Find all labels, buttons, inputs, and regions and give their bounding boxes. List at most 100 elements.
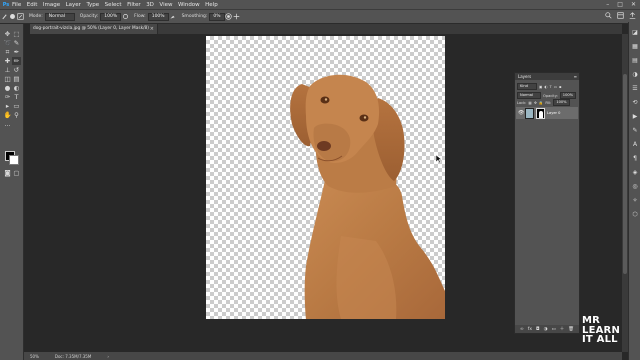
menu-image[interactable]: Image [43,2,60,8]
history-panel-icon[interactable]: ⟲ [631,98,639,106]
menu-layer[interactable]: Layer [66,2,81,8]
filter-kind-select[interactable]: Kind [517,83,537,90]
brush-tool-icon[interactable]: ✏ [12,57,21,65]
document-canvas[interactable] [206,36,445,319]
color-panel-icon[interactable]: ◪ [631,28,639,36]
menu-file[interactable]: File [12,2,21,8]
layer-row[interactable]: 👁 Layer 0 [516,107,578,119]
filter-pixel-icon[interactable]: ▣ [539,85,542,89]
layer-thumbnail[interactable] [525,107,534,119]
paragraph-panel-icon[interactable]: ¶ [631,154,639,162]
type-tool-icon[interactable]: T [12,93,21,101]
visibility-eye-icon[interactable]: 👁 [518,110,524,116]
move-tool-icon[interactable]: ✥ [3,30,12,38]
menu-window[interactable]: Window [178,2,200,8]
menu-filter[interactable]: Filter [127,2,141,8]
minimize-button[interactable]: – [606,1,609,8]
healing-brush-tool-icon[interactable]: ✚ [3,57,12,65]
libraries-panel-icon[interactable]: ▤ [631,56,639,64]
opacity-field[interactable]: 100% [100,12,122,21]
crop-tool-icon[interactable]: ⌗ [3,48,12,56]
paths-panel-icon[interactable]: ✧ [631,196,639,204]
options-bar: Mode: Normal Opacity: 100% Flow: 100% Sm… [0,9,640,24]
blur-tool-icon[interactable]: ● [3,84,12,92]
layers-panel-icon[interactable]: ◈ [631,168,639,176]
more-tools-icon[interactable]: … [3,120,12,128]
shape-tool-icon[interactable]: ▭ [12,102,21,110]
smoothing-field[interactable]: 0% [209,12,225,21]
status-arrow-icon[interactable]: › [107,354,109,359]
hand-tool-icon[interactable]: ✋ [3,111,12,119]
close-window-button[interactable]: ✕ [631,1,636,8]
pen-tool-icon[interactable]: ✑ [3,93,12,101]
panel-menu-icon[interactable]: ≡ [574,73,577,80]
filter-shape-icon[interactable]: ▭ [554,85,557,89]
dodge-tool-icon[interactable]: ◐ [12,84,21,92]
pressure-size-icon[interactable] [233,13,241,21]
fill-field[interactable]: 100% [553,99,570,106]
airbrush-icon[interactable] [169,13,177,21]
layer-mask-thumbnail[interactable] [536,107,545,119]
adjustment-layer-icon[interactable]: ◑ [544,327,548,332]
3d-panel-icon[interactable]: ⬡ [631,210,639,218]
link-layers-icon[interactable]: ∞ [520,327,524,332]
menu-edit[interactable]: Edit [27,2,38,8]
path-select-tool-icon[interactable]: ▸ [3,102,12,110]
swatches-panel-icon[interactable]: ▦ [631,42,639,50]
lock-pixels-icon[interactable]: ▦ [528,101,531,105]
quick-mask-icon[interactable]: ◙ [3,169,12,177]
filter-adjust-icon[interactable]: ◐ [544,85,547,89]
lock-all-icon[interactable]: 🔒 [539,101,543,105]
screen-mode-icon[interactable]: ▢ [12,169,21,177]
character-panel-icon[interactable]: A [631,140,639,148]
scrollbar-thumb[interactable] [623,74,627,274]
menu-help[interactable]: Help [205,2,218,8]
gradient-tool-icon[interactable]: ▤ [12,75,21,83]
quick-select-tool-icon[interactable]: ✎ [12,39,21,47]
filter-type-icon[interactable]: T [550,85,552,89]
menu-3d[interactable]: 3D [146,2,154,8]
flow-field[interactable]: 100% [147,12,169,21]
brush-size-icon[interactable] [8,13,16,21]
maximize-button[interactable]: □ [617,1,623,8]
mode-select[interactable]: Normal [44,12,75,21]
delete-layer-icon[interactable]: 🗑 [568,327,574,332]
zoom-tool-icon[interactable]: ⚲ [12,111,21,119]
zoom-level[interactable]: 50% [30,354,39,359]
eyedropper-tool-icon[interactable]: ✒ [12,48,21,56]
search-icon[interactable] [605,12,612,21]
layer-name[interactable]: Layer 0 [547,111,560,115]
layer-style-icon[interactable]: fx [528,327,532,332]
pressure-opacity-icon[interactable] [121,13,129,21]
menu-view[interactable]: View [159,2,172,8]
lasso-tool-icon[interactable]: ➰ [3,39,12,47]
new-layer-icon[interactable]: ＋ [560,326,565,332]
brush-tool-preset-icon[interactable] [0,13,8,21]
actions-panel-icon[interactable]: ▶ [631,112,639,120]
lock-position-icon[interactable]: ✥ [534,101,537,105]
brush-settings-icon[interactable] [16,13,24,21]
channels-panel-icon[interactable]: ◎ [631,182,639,190]
workspace-icon[interactable] [617,12,624,21]
clone-stamp-tool-icon[interactable]: ⊥ [3,66,12,74]
add-mask-icon[interactable]: ◘ [536,327,540,332]
document-tab[interactable]: dog-portrait-vizsla.jpg @ 50% (Layer 0, … [30,24,158,34]
menu-type[interactable]: Type [86,2,99,8]
blend-mode-select[interactable]: Normal [517,92,541,99]
filter-smart-icon[interactable]: ▪ [559,85,561,89]
group-icon[interactable]: ▭ [552,327,556,332]
brushes-panel-icon[interactable]: ✎ [631,126,639,134]
background-color-swatch[interactable] [9,155,19,165]
history-brush-tool-icon[interactable]: ↺ [12,66,21,74]
smoothing-options-icon[interactable] [225,13,233,21]
share-icon[interactable] [629,12,636,21]
layer-opacity-field[interactable]: 100% [559,92,577,99]
properties-panel-icon[interactable]: ☰ [631,84,639,92]
document-info[interactable]: Doc: 7.35M/7.35M [55,354,91,359]
close-tab-icon[interactable]: × [150,24,154,34]
menu-select[interactable]: Select [105,2,122,8]
layers-panel-header[interactable]: Layers ≡ [515,73,579,80]
eraser-tool-icon[interactable]: ◫ [3,75,12,83]
adjustments-panel-icon[interactable]: ◑ [631,70,639,78]
marquee-tool-icon[interactable]: ⬚ [12,30,21,38]
